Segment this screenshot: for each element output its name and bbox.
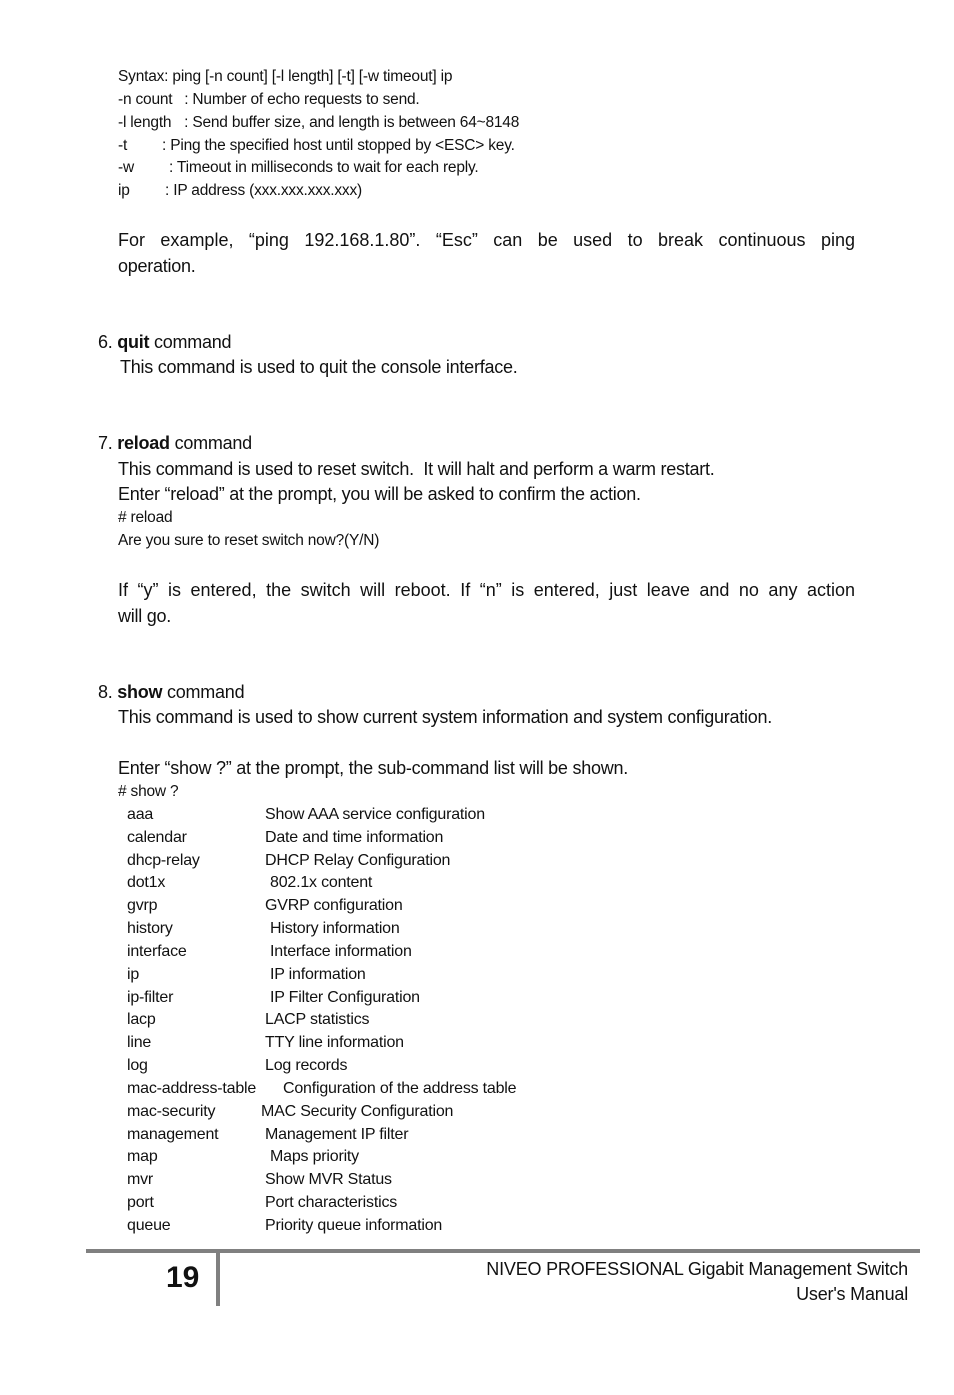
heading-suffix: command [169, 433, 253, 453]
subcommand-desc: Date and time information [265, 829, 444, 846]
footer-subtitle: User's Manual [796, 1284, 908, 1304]
section-number: 8. [98, 682, 113, 702]
subcommand-name: dhcp-relay [127, 852, 200, 869]
subcommand-name: aaa [127, 806, 154, 823]
subcommand-name: mvr [127, 1171, 154, 1188]
ping-option-desc: : Number of echo requests to send. [176, 91, 420, 108]
subcommand-name: map [127, 1148, 158, 1165]
command-keyword: reload [117, 433, 170, 453]
section-description: Enter “reload” at the prompt, you will b… [118, 484, 641, 504]
footer-horizontal-rule [86, 1249, 920, 1253]
subcommand-name: ip-filter [127, 989, 174, 1006]
ping-option-desc: : Ping the specified host until stopped … [162, 137, 515, 154]
section-number: 7. [98, 433, 113, 453]
subcommand-desc: GVRP configuration [265, 897, 403, 914]
subcommand-desc: DHCP Relay Configuration [265, 852, 451, 869]
subcommand-name: ip [127, 966, 140, 983]
console-line: Are you sure to reset switch now?(Y/N) [118, 532, 380, 549]
subcommand-name: gvrp [127, 897, 158, 914]
section-description: Enter “show ?” at the prompt, the sub-co… [118, 758, 628, 778]
subcommand-name: history [127, 920, 173, 937]
subcommand-desc: TTY line information [265, 1034, 404, 1051]
subcommand-name: line [127, 1034, 152, 1051]
ping-example-line: operation. [118, 256, 196, 276]
subcommand-name: queue [127, 1217, 171, 1234]
command-keyword: quit [117, 332, 150, 352]
subcommand-desc: Interface information [270, 943, 412, 960]
ping-option-flag: ip [118, 182, 130, 199]
heading-suffix: command [162, 682, 245, 702]
subcommand-desc: IP information [270, 966, 366, 983]
subcommand-name: mac-address-table [127, 1080, 257, 1097]
ping-option-desc: : Send buffer size, and length is betwee… [180, 114, 520, 131]
section-note: If “y” is entered, the switch will reboo… [118, 580, 855, 600]
subcommand-desc: Configuration of the address table [283, 1080, 517, 1097]
section-heading: 6. quit command [98, 332, 232, 352]
subcommand-desc: LACP statistics [265, 1011, 370, 1028]
section-note: will go. [118, 606, 172, 626]
subcommand-name: log [127, 1057, 148, 1074]
section-heading: 8. show command [98, 682, 245, 702]
subcommand-name: dot1x [127, 874, 166, 891]
subcommand-desc: Priority queue information [265, 1217, 443, 1234]
ping-option-flag: -l length [118, 114, 172, 131]
section-number: 6. [98, 332, 113, 352]
subcommand-name: port [127, 1194, 154, 1211]
ping-option-desc: : Timeout in milliseconds to wait for ea… [169, 159, 479, 176]
section-description: This command is used to reset switch. It… [118, 459, 715, 479]
footer-vertical-rule [216, 1253, 220, 1306]
subcommand-desc: Port characteristics [265, 1194, 398, 1211]
page-number: 19 [166, 1261, 200, 1294]
subcommand-desc: IP Filter Configuration [270, 989, 420, 1006]
subcommand-desc: 802.1x content [270, 874, 373, 891]
ping-option-flag: -w [118, 159, 134, 176]
ping-option-desc: : IP address (xxx.xxx.xxx.xxx) [165, 182, 362, 199]
heading-suffix: command [149, 332, 232, 352]
subcommand-name: mac-security [127, 1103, 216, 1120]
subcommand-desc: History information [270, 920, 400, 937]
section-description: This command is used to quit the console… [120, 357, 518, 377]
section-heading: 7. reload command [98, 434, 252, 452]
section-description: This command is used to show current sys… [118, 707, 773, 727]
subcommand-desc: Show AAA service configuration [265, 806, 485, 823]
ping-example-line: For example, “ping 192.168.1.80”. “Esc” … [118, 230, 855, 250]
subcommand-name: calendar [127, 829, 187, 846]
subcommand-name: management [127, 1126, 219, 1143]
subcommand-name: interface [127, 943, 187, 960]
ping-syntax-line: Syntax: ping [-n count] [-l length] [-t]… [118, 68, 453, 85]
console-line: # show ? [118, 783, 179, 800]
subcommand-desc: Log records [265, 1057, 348, 1074]
ping-option-flag: -t [118, 137, 128, 154]
subcommand-desc: Show MVR Status [265, 1171, 392, 1188]
subcommand-desc: Maps priority [270, 1148, 359, 1165]
command-keyword: show [117, 682, 163, 702]
subcommand-desc: MAC Security Configuration [261, 1103, 454, 1120]
console-line: # reload [118, 509, 173, 526]
subcommand-name: lacp [127, 1011, 156, 1028]
subcommand-desc: Management IP filter [265, 1126, 409, 1143]
footer-title: NIVEO PROFESSIONAL Gigabit Management Sw… [486, 1259, 908, 1279]
ping-option-flag: -n count [118, 91, 173, 108]
